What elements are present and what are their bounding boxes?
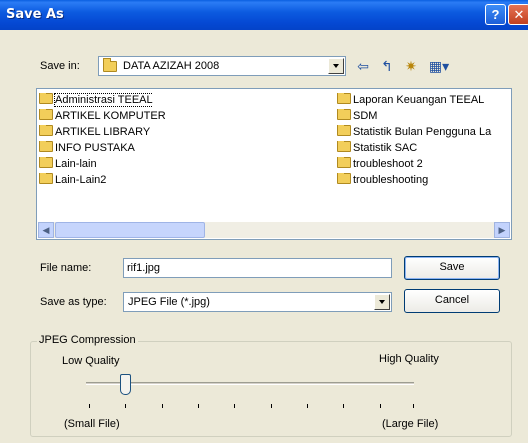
jpeg-compression-title: JPEG Compression [37, 334, 138, 346]
chevron-down-icon[interactable] [374, 294, 390, 310]
up-folder-icon[interactable]: ↰ [376, 56, 398, 76]
list-item[interactable]: troubleshooting [337, 173, 511, 188]
back-arrow-icon[interactable]: ⇦ [352, 56, 374, 76]
slider-tick [380, 404, 381, 408]
title-bar: Save As ? ✕ [0, 0, 528, 30]
compression-slider-track[interactable] [86, 382, 414, 385]
slider-tick [89, 404, 90, 408]
slider-tick [307, 404, 308, 408]
scroll-thumb[interactable] [55, 222, 205, 238]
list-item[interactable]: Statistik Bulan Pengguna La [337, 125, 511, 140]
slider-tick [198, 404, 199, 408]
folder-icon [337, 141, 351, 152]
horizontal-scrollbar[interactable]: ◀ ▶ [38, 222, 510, 238]
list-item[interactable]: Lain-Lain2 [39, 173, 106, 188]
folder-icon [337, 173, 351, 184]
window-title: Save As [6, 7, 64, 22]
small-file-label: (Small File) [64, 418, 120, 430]
save-as-type-value: JPEG File (*.jpg) [128, 296, 210, 308]
list-item[interactable]: Lain-lain [39, 157, 97, 172]
save-as-type-dropdown[interactable]: JPEG File (*.jpg) [123, 292, 392, 312]
slider-tick [343, 404, 344, 408]
list-item[interactable]: troubleshoot 2 [337, 157, 511, 172]
file-name-input[interactable]: rif1.jpg [123, 258, 392, 278]
folder-icon [337, 93, 351, 104]
slider-tick [234, 404, 235, 408]
folder-icon [39, 125, 53, 136]
save-in-dropdown[interactable]: DATA AZIZAH 2008 [98, 56, 346, 76]
slider-tick [413, 404, 414, 408]
folder-icon [39, 93, 53, 104]
low-quality-label: Low Quality [62, 355, 120, 367]
list-item[interactable]: INFO PUSTAKA [39, 141, 135, 156]
list-item[interactable]: ARTIKEL LIBRARY [39, 125, 150, 140]
folder-icon [39, 173, 53, 184]
folder-icon [337, 157, 351, 168]
view-menu-icon[interactable]: ▦▾ [424, 56, 454, 76]
slider-tick [271, 404, 272, 408]
scroll-left-icon[interactable]: ◀ [38, 222, 54, 238]
folder-icon [337, 125, 351, 136]
list-item[interactable]: Laporan Keuangan TEEAL [337, 93, 511, 108]
folder-icon [103, 57, 117, 72]
save-as-type-label: Save as type: [40, 296, 107, 308]
cancel-button[interactable]: Cancel [404, 289, 500, 313]
slider-tick [162, 404, 163, 408]
high-quality-label: High Quality [379, 353, 439, 365]
list-item[interactable]: SDM [337, 109, 511, 124]
large-file-label: (Large File) [382, 418, 439, 430]
folder-icon [337, 109, 351, 120]
folder-icon [39, 141, 53, 152]
slider-tick [125, 404, 126, 408]
compression-slider-thumb[interactable] [120, 374, 131, 395]
list-item[interactable]: Administrasi TEEAL [39, 93, 153, 108]
save-in-value: DATA AZIZAH 2008 [123, 60, 220, 72]
folder-icon [39, 157, 53, 168]
list-item[interactable]: Statistik SAC [337, 141, 511, 156]
list-item[interactable]: ARTIKEL KOMPUTER [39, 109, 166, 124]
new-folder-icon[interactable]: ✷ [400, 56, 422, 76]
folder-icon [39, 109, 53, 120]
save-button[interactable]: Save [404, 256, 500, 280]
file-list[interactable]: Administrasi TEEAL ARTIKEL KOMPUTER ARTI… [36, 88, 512, 240]
save-in-label: Save in: [40, 60, 80, 72]
close-icon[interactable]: ✕ [508, 4, 528, 25]
help-icon[interactable]: ? [485, 4, 506, 25]
chevron-down-icon[interactable] [328, 58, 344, 74]
file-name-label: File name: [40, 262, 92, 274]
scroll-right-icon[interactable]: ▶ [494, 222, 510, 238]
